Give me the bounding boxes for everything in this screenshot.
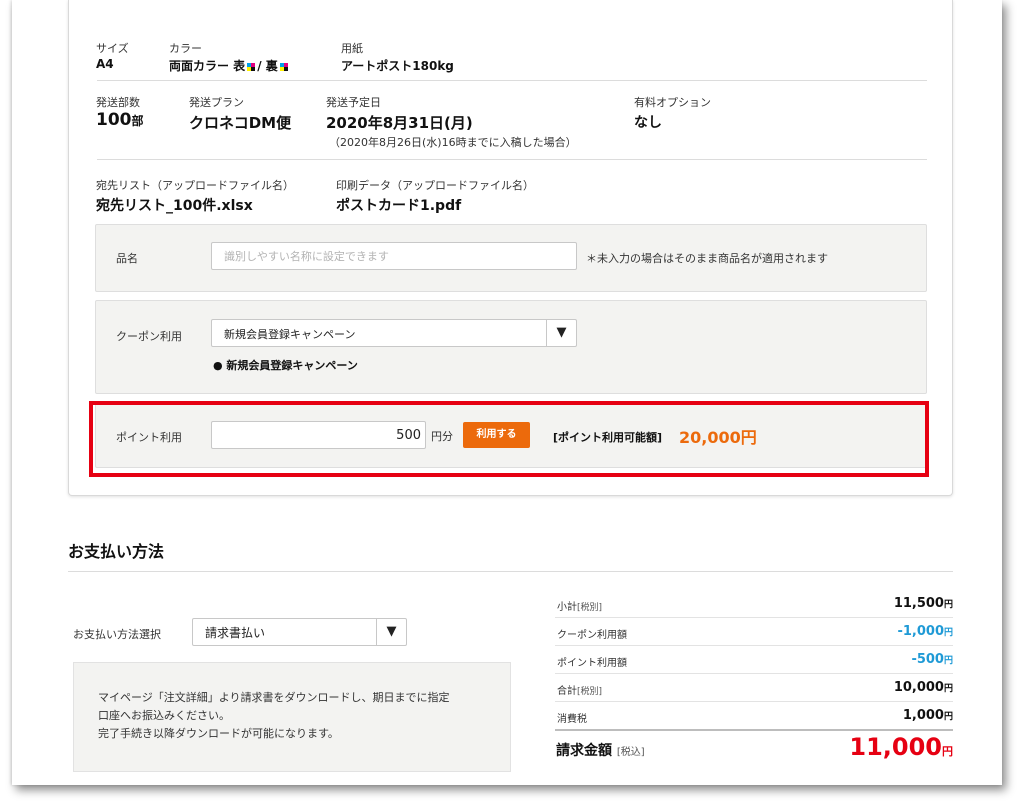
option-label: 有料オプション xyxy=(634,96,711,109)
subtotal-value: 11,500円 xyxy=(893,596,953,611)
divider xyxy=(68,571,953,572)
product-name-label: 品名 xyxy=(116,252,138,265)
chevron-down-icon[interactable]: ▼ xyxy=(546,320,576,346)
billing-label: 請求金額 [税込] xyxy=(556,743,645,759)
ship-date-label: 発送予定日 xyxy=(326,96,381,109)
subtotal-row: 小計[税別] 11,500円 xyxy=(555,590,953,618)
address-list-value: 宛先リスト_100件.xlsx xyxy=(96,198,253,214)
divider xyxy=(555,729,953,731)
ship-date-note: （2020年8月26日(水)16時までに入稿した場合） xyxy=(329,136,577,149)
payment-note-line: 完了手続き以降ダウンロードが可能になります。 xyxy=(98,727,339,740)
coupon-select[interactable]: 新規会員登録キャンペーン ▼ xyxy=(211,319,577,347)
payment-method-label: お支払い方法選択 xyxy=(73,628,161,641)
highlight-box xyxy=(89,401,929,477)
color-label: カラー xyxy=(169,42,202,55)
print-data-label: 印刷データ（アップロードファイル名） xyxy=(336,179,534,192)
total-row: 合計[税別] 10,000円 xyxy=(555,674,953,702)
divider xyxy=(97,80,927,81)
product-name-panel: 品名 ＊未入力の場合はそのまま商品名が適用されます xyxy=(95,224,927,292)
total-label: 合計[税別] xyxy=(557,686,603,697)
tax-row: 消費税 1,000円 xyxy=(555,702,953,730)
product-name-note: ＊未入力の場合はそのまま商品名が適用されます xyxy=(586,252,828,265)
points-discount-value: -500円 xyxy=(911,652,953,667)
plan-value: クロネコDM便 xyxy=(189,114,292,132)
coupon-discount-value: -1,000円 xyxy=(897,624,953,639)
size-value: A4 xyxy=(96,57,114,71)
chevron-down-icon[interactable]: ▼ xyxy=(376,619,406,645)
print-data-value: ポストカード1.pdf xyxy=(336,198,462,214)
payment-note: マイページ「注文詳細」より請求書をダウンロードし、期日までに指定 口座へお振込み… xyxy=(73,662,511,772)
points-discount-label: ポイント利用額 xyxy=(557,658,627,669)
payment-method-selected: 請求書払い xyxy=(205,626,266,640)
color-value-front: 両面カラー 表 xyxy=(169,59,246,73)
size-label: サイズ xyxy=(96,42,129,55)
subtotal-label: 小計[税別] xyxy=(557,602,603,613)
payment-method-select[interactable]: 請求書払い ▼ xyxy=(192,618,407,646)
total-value: 10,000円 xyxy=(893,680,953,695)
paper-value: アートポスト180kg xyxy=(341,59,454,73)
option-value: なし xyxy=(634,115,662,131)
coupon-discount-row: クーポン利用額 -1,000円 xyxy=(555,618,953,646)
coupon-label: クーポン利用 xyxy=(116,330,182,343)
points-discount-row: ポイント利用額 -500円 xyxy=(555,646,953,674)
address-list-label: 宛先リスト（アップロードファイル名） xyxy=(96,179,294,192)
copies-label: 発送部数 xyxy=(96,96,140,109)
plan-label: 発送プラン xyxy=(189,96,244,109)
color-value-back: / 裏 xyxy=(257,59,278,73)
ship-date-value: 2020年8月31日(月) xyxy=(326,114,473,132)
billing-value: 11,000円 xyxy=(849,733,953,761)
coupon-discount-label: クーポン利用額 xyxy=(557,630,627,641)
tax-label: 消費税 xyxy=(557,714,587,725)
payment-note-line: 口座へお振込みください。 xyxy=(98,709,230,722)
payment-note-line: マイページ「注文詳細」より請求書をダウンロードし、期日までに指定 xyxy=(98,691,450,704)
coupon-panel: クーポン利用 新規会員登録キャンペーン ▼ ● 新規会員登録キャンペーン xyxy=(95,300,927,394)
tax-value: 1,000円 xyxy=(902,708,953,723)
coupon-applied: ● 新規会員登録キャンペーン xyxy=(213,359,358,372)
color-value: 両面カラー 表 / 裏 xyxy=(169,57,290,74)
divider xyxy=(97,159,927,160)
payment-section-title: お支払い方法 xyxy=(68,542,165,561)
coupon-selected: 新規会員登録キャンペーン xyxy=(224,328,356,341)
copies-value: 100部 xyxy=(96,110,144,130)
cmyk-icon xyxy=(247,62,256,71)
cmyk-icon xyxy=(279,62,288,71)
paper-label: 用紙 xyxy=(341,42,363,55)
product-name-input[interactable] xyxy=(211,242,577,270)
